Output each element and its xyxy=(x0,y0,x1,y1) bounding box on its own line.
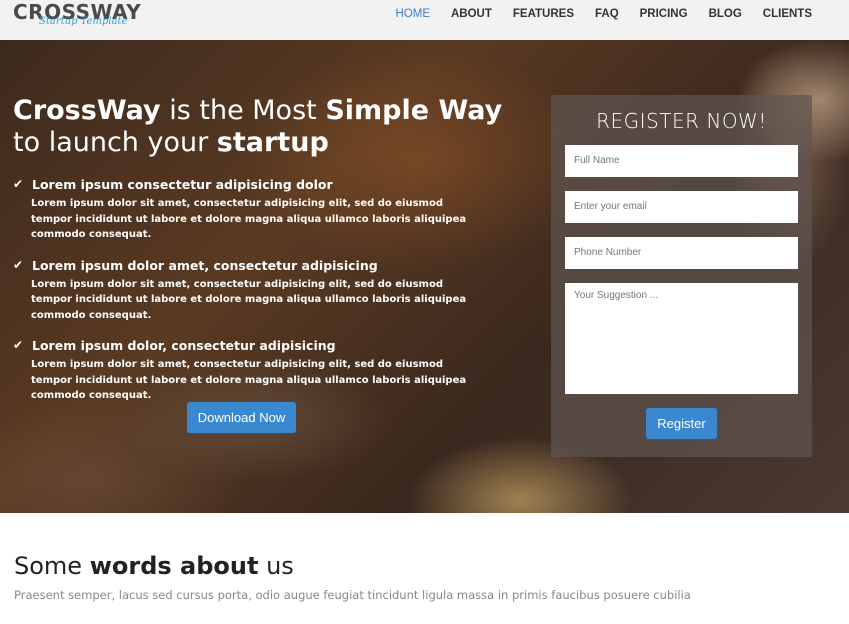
nav-features[interactable]: FEATURES xyxy=(513,8,574,20)
hero-title-text: to launch your xyxy=(13,127,217,158)
nav-about[interactable]: ABOUT xyxy=(451,8,492,20)
hero-title: CrossWay is the Most Simple Way to launc… xyxy=(13,95,533,159)
top-navbar: CROSSWAY Startup Template HOME ABOUT FEA… xyxy=(0,0,849,40)
about-heading-text: Some xyxy=(14,552,90,580)
logo-tagline: Startup Template xyxy=(39,16,128,27)
checkmark-icon: ✔ xyxy=(13,177,24,191)
download-now-button[interactable]: Download Now xyxy=(187,402,296,433)
feature-item: ✔ Lorem ipsum dolor amet, consectetur adi… xyxy=(13,257,483,324)
nav-pricing[interactable]: PRICING xyxy=(640,8,688,20)
hero-title-text: is the Most xyxy=(160,95,326,126)
feature-body: Lorem ipsum dolor sit amet, consectetur … xyxy=(31,278,467,321)
email-field[interactable]: Enter your email xyxy=(565,191,798,223)
about-heading-emphasis: words about xyxy=(89,552,259,580)
feature-body: Lorem ipsum dolor sit amet, consectetur … xyxy=(31,198,467,240)
main-menu: HOME ABOUT FEATURES FAQ PRICING BLOG CLI… xyxy=(374,8,812,20)
feature-heading: Lorem ipsum dolor amet, consectetur adip… xyxy=(32,257,378,273)
feature-body: Lorem ipsum dolor sit amet, consectetur … xyxy=(31,359,467,401)
feature-heading: Lorem ipsum dolor, consectetur adipisici… xyxy=(32,338,336,353)
hero-title-emphasis: Simple Way xyxy=(325,95,503,126)
checkmark-icon: ✔ xyxy=(13,257,24,272)
site-logo[interactable]: CROSSWAY Startup Template xyxy=(13,0,141,27)
feature-heading: Lorem ipsum consectetur adipisicing dolo… xyxy=(32,177,333,192)
about-heading-text: us xyxy=(258,552,294,580)
nav-home[interactable]: HOME xyxy=(395,8,430,20)
full-name-field[interactable]: Full Name xyxy=(565,145,798,177)
hero-section: CrossWay is the Most Simple Way to launc… xyxy=(0,40,849,513)
about-heading: Some words about us xyxy=(14,552,294,580)
hero-title-emphasis: startup xyxy=(216,127,329,158)
phone-field[interactable]: Phone Number xyxy=(565,237,798,269)
register-button[interactable]: Register xyxy=(646,408,717,439)
nav-faq[interactable]: FAQ xyxy=(595,8,619,20)
register-form: REGISTER NOW! Full Name Enter your email… xyxy=(551,95,812,457)
register-title: REGISTER NOW! xyxy=(596,109,767,133)
feature-item: ✔ Lorem ipsum dolor, consectetur adipisic… xyxy=(13,337,483,404)
about-subtitle: Praesent semper, lacus sed cursus porta,… xyxy=(14,588,691,602)
feature-list: ✔ Lorem ipsum consectetur adipisicing dol… xyxy=(13,176,483,418)
nav-blog[interactable]: BLOG xyxy=(709,8,742,20)
nav-clients[interactable]: CLIENTS xyxy=(763,8,812,20)
feature-item: ✔ Lorem ipsum consectetur adipisicing dol… xyxy=(13,176,483,243)
hero-title-brand: CrossWay xyxy=(13,95,161,126)
checkmark-icon: ✔ xyxy=(13,338,24,352)
suggestion-textarea[interactable]: Your Suggestion ... xyxy=(565,283,798,394)
